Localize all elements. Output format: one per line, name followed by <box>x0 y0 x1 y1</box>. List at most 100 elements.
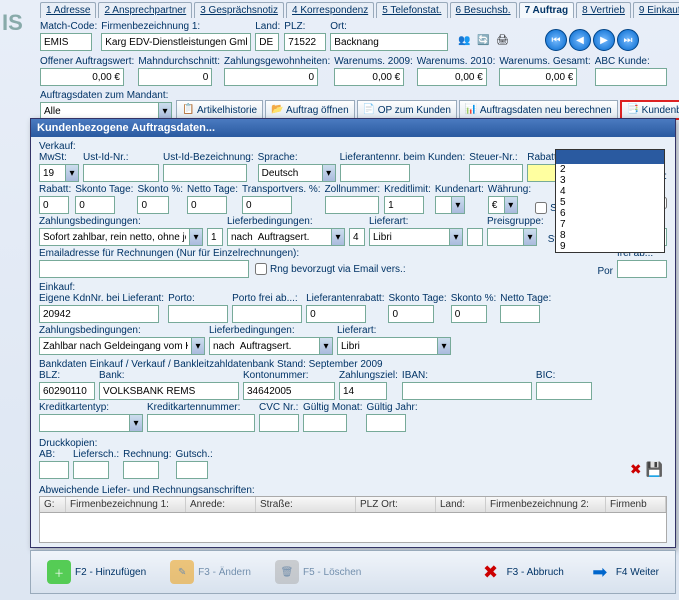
chevron-down-icon[interactable]: ▾ <box>319 337 333 355</box>
chevron-down-icon[interactable]: ▾ <box>451 196 465 214</box>
chevron-down-icon[interactable]: ▾ <box>331 228 345 246</box>
nav-prev-button[interactable]: ◀ <box>569 29 591 51</box>
sktage2-input[interactable] <box>388 305 434 323</box>
artikelhistorie-button[interactable]: 📋Artikelhistorie <box>176 100 263 120</box>
offener-input[interactable] <box>40 68 124 86</box>
col-header[interactable]: Straße: <box>256 497 356 512</box>
tab-5[interactable]: 6 Besuchsb. <box>450 2 517 18</box>
tab-7[interactable]: 8 Vertrieb <box>576 2 631 18</box>
tab-4[interactable]: 5 Telefonstat. <box>376 2 447 18</box>
liefbed-select[interactable] <box>227 228 331 246</box>
gmon-input[interactable] <box>303 414 347 432</box>
ort-input[interactable] <box>330 33 448 51</box>
liefbed-n-input[interactable] <box>349 228 365 246</box>
col-header[interactable]: Firmenbezeichnung 1: <box>66 497 186 512</box>
zahlbed-select[interactable] <box>39 228 189 246</box>
save-icon[interactable]: 💾 <box>646 461 663 478</box>
liefrab-input[interactable] <box>306 305 366 323</box>
auftragsdaten-neu-button[interactable]: 📊Auftragsdaten neu berechnen <box>459 100 618 120</box>
kdart-select[interactable] <box>435 196 451 214</box>
steuer-input[interactable] <box>469 164 523 182</box>
skpct2-input[interactable] <box>451 305 487 323</box>
land-input[interactable] <box>255 33 279 51</box>
mahn-input[interactable] <box>138 68 212 86</box>
chevron-down-icon[interactable]: ▾ <box>322 164 336 182</box>
zahlbed2-select[interactable] <box>39 337 191 355</box>
chevron-down-icon[interactable]: ▾ <box>504 196 518 214</box>
dropdown-option[interactable]: 2 <box>556 164 664 175</box>
nav-last-button[interactable]: ⏭ <box>617 29 639 51</box>
gutsch-input[interactable] <box>176 461 208 479</box>
tab-2[interactable]: 3 Gesprächsnotiz <box>194 2 284 18</box>
col-header[interactable]: PLZ Ort: <box>356 497 436 512</box>
kundenbezogene-button[interactable]: 📑Kundenbezogene Auftragsdaten <box>620 100 679 120</box>
chevron-down-icon[interactable]: ▾ <box>449 228 463 246</box>
sprache-select[interactable] <box>258 164 322 182</box>
bank-input[interactable] <box>99 382 239 400</box>
liefsch-input[interactable] <box>73 461 109 479</box>
abc-input[interactable] <box>595 68 667 86</box>
w2009-input[interactable] <box>334 68 404 86</box>
freiab-input[interactable] <box>617 260 667 278</box>
konto-input[interactable] <box>243 382 335 400</box>
dropdown-option[interactable]: 9 <box>556 241 664 252</box>
dropdown-option[interactable]: 6 <box>556 208 664 219</box>
w2010-input[interactable] <box>417 68 487 86</box>
tab-6[interactable]: 7 Auftrag <box>519 2 575 18</box>
waehr-select[interactable] <box>488 196 504 214</box>
zahl-input[interactable] <box>224 68 318 86</box>
chevron-down-icon[interactable]: ▾ <box>65 164 79 182</box>
porto-input[interactable] <box>168 305 228 323</box>
tab-8[interactable]: 9 Einkauf <box>633 2 679 18</box>
zollnr-input[interactable] <box>325 196 379 214</box>
col-header[interactable]: Land: <box>436 497 486 512</box>
action-icon[interactable]: 🔄 <box>477 35 493 51</box>
zahlbed-n-input[interactable] <box>207 228 223 246</box>
portofrei-input[interactable] <box>232 305 302 323</box>
zahlziel-input[interactable] <box>339 382 387 400</box>
tab-3[interactable]: 4 Korrespondenz <box>286 2 374 18</box>
chevron-down-icon[interactable]: ▾ <box>129 414 143 432</box>
matchcode-input[interactable] <box>40 33 92 51</box>
preisg-select[interactable] <box>487 228 523 246</box>
kktyp-select[interactable] <box>39 414 129 432</box>
firmen-input[interactable] <box>101 33 251 51</box>
bic-input[interactable] <box>536 382 592 400</box>
ustid-input[interactable] <box>83 164 159 182</box>
dropdown-option[interactable]: 3 <box>556 175 664 186</box>
dropdown-option[interactable]: 7 <box>556 219 664 230</box>
f3-abbruch-button[interactable]: ✖F3 - Abbruch <box>471 556 572 588</box>
ab-input[interactable] <box>39 461 69 479</box>
liefbed2-select[interactable] <box>209 337 319 355</box>
gjahr-input[interactable] <box>366 414 406 432</box>
rng-checkbox[interactable] <box>255 263 267 275</box>
tab-1[interactable]: 2 Ansprechpartner <box>98 2 192 18</box>
tab-0[interactable]: 1 Adresse <box>40 2 96 18</box>
col-header[interactable]: G: <box>40 497 66 512</box>
dropdown-option[interactable] <box>556 150 664 164</box>
chevron-down-icon[interactable]: ▾ <box>437 337 451 355</box>
mwst-input[interactable] <box>39 164 65 182</box>
auftrag-oeffnen-button[interactable]: 📂Auftrag öffnen <box>265 100 355 120</box>
plz-input[interactable] <box>284 33 326 51</box>
liefkd-input[interactable] <box>340 164 410 182</box>
f4-weiter-button[interactable]: ➡F4 Weiter <box>580 556 667 588</box>
transp-input[interactable] <box>242 196 292 214</box>
people-icon[interactable]: 👥 <box>458 35 474 51</box>
dropdown-option[interactable]: 5 <box>556 197 664 208</box>
dropdown-option[interactable]: 4 <box>556 186 664 197</box>
f5-loeschen-button[interactable]: 🗑F5 - Löschen <box>267 556 369 588</box>
rabattgruppe-dropdown[interactable]: 23456789 <box>555 149 665 253</box>
liefart2-select[interactable] <box>337 337 437 355</box>
skpct-input[interactable] <box>137 196 169 214</box>
liefart-select[interactable] <box>369 228 449 246</box>
email-input[interactable] <box>39 260 249 278</box>
iban-input[interactable] <box>402 382 532 400</box>
kknum-input[interactable] <box>147 414 255 432</box>
kredit-input[interactable] <box>384 196 424 214</box>
nav-next-button[interactable]: ▶ <box>593 29 615 51</box>
sktage-input[interactable] <box>75 196 115 214</box>
delete-icon[interactable]: ✖ <box>630 461 642 478</box>
liefart-n-input[interactable] <box>467 228 483 246</box>
wges-input[interactable] <box>499 68 577 86</box>
